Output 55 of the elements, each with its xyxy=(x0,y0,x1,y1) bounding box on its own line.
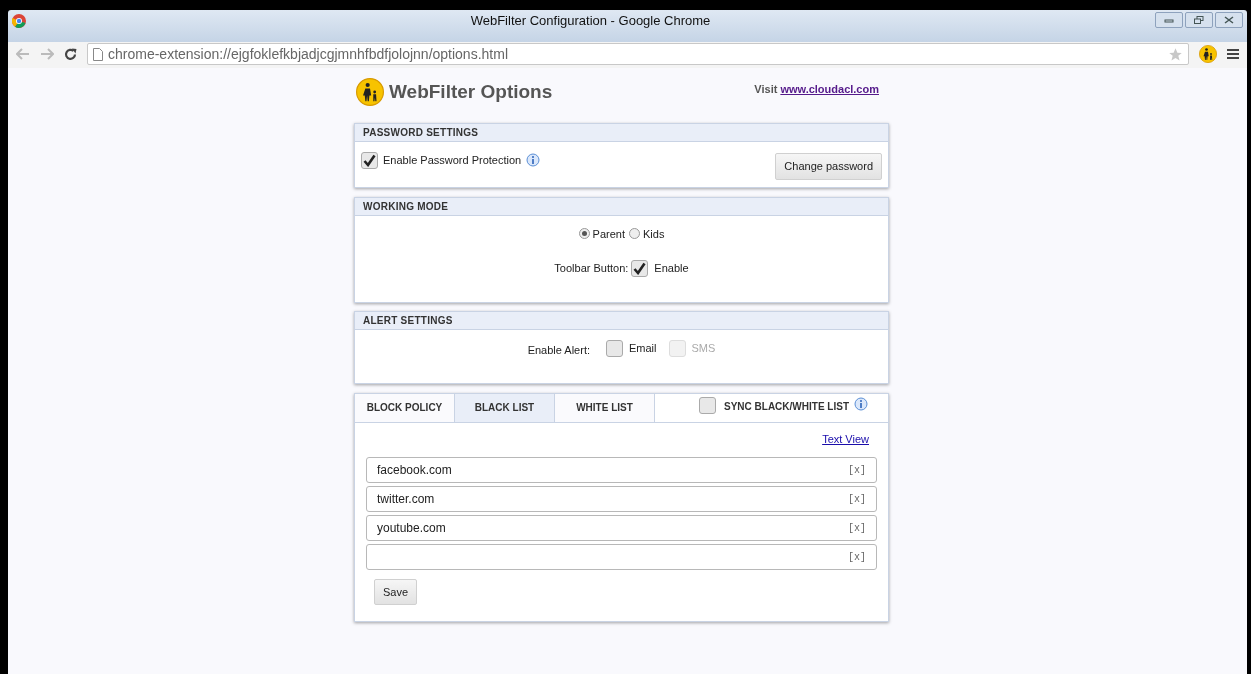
radio-button[interactable] xyxy=(629,228,640,240)
menu-icon[interactable] xyxy=(1227,48,1239,60)
list-entry-field[interactable]: facebook.com [x] xyxy=(366,457,877,483)
toolbar-button-label: Toolbar Button: xyxy=(554,261,629,277)
checkbox[interactable] xyxy=(361,151,378,169)
page-title: WebFilter Options xyxy=(389,80,553,104)
url-text: chrome-extension://ejgfoklefkbjadjcgjmnhfbdfjolojnn/options.html xyxy=(108,44,509,64)
restore-button[interactable] xyxy=(1185,12,1213,28)
checkbox[interactable] xyxy=(699,396,716,414)
panel-heading: ALERT SETTINGS xyxy=(355,311,888,330)
password-protection-label: Enable Password Protection xyxy=(383,152,522,168)
page-icon xyxy=(93,47,103,61)
remove-button[interactable]: [x] xyxy=(848,520,866,536)
change-password-button[interactable]: Change password xyxy=(775,153,882,180)
list-entry-field[interactable]: youtube.com [x] xyxy=(366,515,877,541)
save-button[interactable]: Save xyxy=(374,579,418,606)
panel-heading: WORKING MODE xyxy=(355,197,888,216)
list-entry-field[interactable]: [x] xyxy=(366,544,877,570)
remove-button[interactable]: [x] xyxy=(848,491,866,507)
mode-label: Parent xyxy=(592,226,625,242)
reload-icon[interactable] xyxy=(64,47,77,61)
website-link[interactable]: www.cloudacl.com xyxy=(780,81,879,98)
entry-value: twitter.com xyxy=(377,491,435,508)
tab[interactable]: BLOCK POLICY xyxy=(355,393,455,422)
list-entry-field[interactable]: twitter.com [x] xyxy=(366,486,877,512)
visit-label: Visit xyxy=(754,82,778,97)
tab[interactable]: WHITE LIST xyxy=(555,393,655,422)
sync-lists-label: SYNC BLACK/WHITE LIST xyxy=(724,399,849,414)
enable-label: Enable xyxy=(654,261,689,277)
alert-option-label: Email xyxy=(629,340,657,356)
close-icon xyxy=(1224,16,1234,24)
checkbox[interactable] xyxy=(606,339,623,357)
family-logo-icon xyxy=(1199,45,1217,63)
remove-button[interactable]: [x] xyxy=(848,549,866,565)
mode-label: Kids xyxy=(643,226,665,242)
checkbox[interactable] xyxy=(631,260,649,277)
radio-button[interactable] xyxy=(578,228,590,240)
panel-heading: PASSWORD SETTINGS xyxy=(355,123,888,142)
restore-icon xyxy=(1194,16,1204,24)
family-logo-icon xyxy=(356,78,384,107)
address-bar[interactable]: chrome-extension://ejgfoklefkbjadjcgjmnhfbdfjolojnn/options.html xyxy=(87,43,1189,65)
close-button[interactable] xyxy=(1215,12,1243,28)
browser-logo-icon xyxy=(12,14,26,28)
tab[interactable]: BLACK LIST xyxy=(455,393,555,422)
entry-value: facebook.com xyxy=(377,462,452,479)
info-icon[interactable] xyxy=(854,396,868,411)
minimize-icon xyxy=(1164,16,1174,24)
entry-value: youtube.com xyxy=(377,520,446,537)
text-view-link[interactable]: Text View xyxy=(822,430,869,447)
remove-button[interactable]: [x] xyxy=(848,462,866,478)
enable-alert-label: Enable Alert: xyxy=(527,342,590,358)
info-icon[interactable] xyxy=(526,153,541,167)
star-icon[interactable] xyxy=(1168,46,1183,62)
window-title: WebFilter Configuration - Google Chrome xyxy=(469,12,712,30)
alert-option-label: SMS xyxy=(691,340,716,356)
